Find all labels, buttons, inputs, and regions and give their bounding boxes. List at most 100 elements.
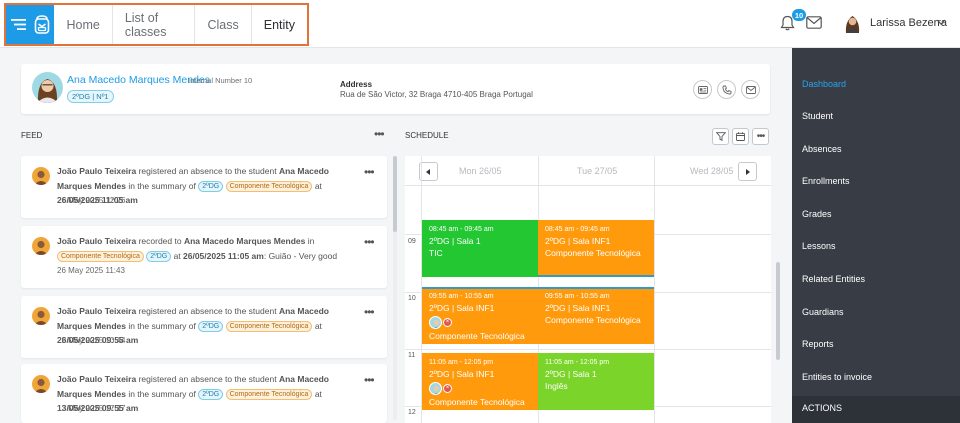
author-avatar — [32, 307, 50, 325]
schedule-days-header: Mon 26/05 Tue 27/05 Wed 28/05 — [405, 156, 771, 186]
event-room: 2ºDG | Sala 1 — [429, 236, 481, 246]
author-avatar — [32, 167, 50, 185]
feed-item-more-button[interactable]: ••• — [364, 306, 375, 318]
schedule-event[interactable]: 09:55 am - 10:55 am 2ºDG | Sala INF1 Com… — [538, 287, 654, 344]
event-room: 2ºDG | Sala 1 — [545, 369, 597, 379]
nav-class[interactable]: Class — [195, 5, 252, 44]
student-mini-avatar[interactable] — [429, 382, 442, 395]
filter-icon — [715, 132, 726, 141]
sidebar-item-dashboard[interactable]: Dashboard — [802, 79, 846, 89]
nav-list-of-classes[interactable]: List of classes — [112, 5, 196, 44]
school-bag-icon — [34, 15, 50, 34]
feed-student[interactable]: Ana Macedo Marques Mendes — [184, 236, 305, 246]
sidebar-actions-header[interactable]: ACTIONS — [792, 396, 960, 423]
event-subject: Inglês — [545, 381, 568, 391]
feed-author[interactable]: João Paulo Teixeira — [57, 166, 136, 176]
subject-tag: Componente Tecnológica — [225, 388, 313, 400]
sidebar-item-absences[interactable]: Absences — [802, 144, 842, 154]
app-menu-button[interactable] — [6, 5, 55, 44]
mail-icon[interactable] — [806, 16, 822, 29]
sidebar-item-reports[interactable]: Reports — [802, 339, 834, 349]
schedule-title: SCHEDULE — [405, 131, 449, 140]
event-subject: Componente Tecnológica — [545, 315, 641, 325]
feed-item: João Paulo Teixeira registered an absenc… — [21, 364, 387, 423]
absence-x-icon: × — [443, 318, 452, 327]
feed-item-date: 23 May 2025 10:44 — [57, 336, 126, 345]
feed-item: João Paulo Teixeira registered an absenc… — [21, 296, 387, 358]
feed-item: João Paulo Teixeira registered an absenc… — [21, 156, 387, 218]
menu-icon — [10, 19, 26, 30]
caret-left-icon — [426, 168, 430, 175]
id-card-button[interactable] — [693, 80, 712, 99]
feed-author[interactable]: João Paulo Teixeira — [57, 236, 136, 246]
subject-tag: Componente Tecnológica — [225, 320, 313, 332]
student-internal-number: Internal Number 10 — [188, 76, 253, 85]
hour-label: 11 — [408, 352, 416, 359]
feed-item-more-button[interactable]: ••• — [364, 166, 375, 178]
day-monday: Mon 26/05 — [459, 166, 502, 176]
feed-item-more-button[interactable]: ••• — [364, 236, 375, 248]
notification-badge: 10 — [792, 9, 806, 21]
event-current-marker — [538, 287, 654, 289]
nav-entity[interactable]: Entity — [251, 5, 307, 44]
sidebar-item-enrollments[interactable]: Enrollments — [802, 176, 850, 186]
event-subject: TIC — [429, 248, 443, 258]
id-card-icon — [697, 85, 708, 94]
sidebar-item-grades[interactable]: Grades — [802, 209, 832, 219]
event-current-marker — [538, 275, 654, 277]
class-tag: 2ºDG — [198, 320, 224, 332]
top-header: Home List of classes Class Entity 10 Lar… — [0, 0, 960, 48]
schedule-calendar: Mon 26/05 Tue 27/05 Wed 28/05 09 10 11 1… — [405, 156, 771, 423]
schedule-event[interactable]: 11:05 am - 12:05 pm 2ºDG | Sala 1 Inglês — [538, 353, 654, 410]
user-avatar[interactable] — [843, 13, 862, 33]
phone-button[interactable] — [717, 80, 736, 99]
student-class-tag: 2ºDG | Nº1 — [67, 90, 114, 103]
phone-icon — [722, 85, 731, 94]
sidebar-item-entities-to-invoice[interactable]: Entities to invoice — [802, 372, 872, 382]
day-tuesday: Tue 27/05 — [577, 166, 618, 176]
sidebar-item-guardians[interactable]: Guardians — [802, 307, 844, 317]
schedule-scrollbar-thumb[interactable] — [776, 262, 780, 360]
event-subject: Componente Tecnológica — [429, 331, 525, 341]
event-subject: Componente Tecnológica — [429, 397, 525, 407]
feed-item-text: João Paulo Teixeira recorded to Ana Mace… — [57, 236, 338, 262]
nav-home[interactable]: Home — [54, 5, 113, 44]
author-avatar — [32, 237, 50, 255]
schedule-calendar-button[interactable] — [732, 128, 749, 145]
hour-label: 09 — [408, 238, 416, 245]
schedule-event[interactable]: 11:05 am - 12:05 pm 2ºDG | Sala INF1 × C… — [422, 353, 538, 410]
subject-tag: Componente Tecnológica — [57, 250, 144, 262]
student-mini-avatar[interactable] — [429, 316, 442, 329]
feed-more-button[interactable]: ••• — [374, 128, 385, 140]
feed-scrollbar-thumb[interactable] — [393, 156, 397, 232]
event-time: 09:55 am - 10:55 am — [429, 293, 494, 300]
feed-author[interactable]: João Paulo Teixeira — [57, 306, 136, 316]
chevron-down-icon[interactable] — [936, 19, 946, 25]
event-time: 08:45 am - 09:45 am — [429, 226, 494, 233]
address-label: Address — [340, 80, 373, 89]
schedule-event[interactable]: 08:45 am - 09:45 am 2ºDG | Sala 1 TIC — [422, 220, 538, 277]
event-room: 2ºDG | Sala INF1 — [429, 303, 495, 313]
sidebar-item-lessons[interactable]: Lessons — [802, 241, 836, 251]
schedule-more-button[interactable]: ••• — [752, 128, 769, 145]
feed-item-more-button[interactable]: ••• — [364, 374, 375, 386]
schedule-event[interactable]: 08:45 am - 09:45 am 2ºDG | Sala INF1 Com… — [538, 220, 654, 277]
main-navigation: Home List of classes Class Entity — [4, 3, 309, 46]
event-attendance: × — [429, 316, 531, 329]
schedule-event[interactable]: 09:55 am - 10:55 am 2ºDG | Sala INF1 × C… — [422, 287, 538, 344]
next-week-button[interactable] — [738, 162, 757, 181]
hour-label: 12 — [408, 409, 416, 416]
email-button[interactable] — [741, 80, 760, 99]
schedule-filter-button[interactable] — [712, 128, 729, 145]
feed-item-date: 26 May 2025 11:43 — [57, 266, 125, 275]
feed-author[interactable]: João Paulo Teixeira — [57, 374, 136, 384]
event-current-marker — [422, 287, 538, 289]
subject-tag: Componente Tecnológica — [225, 180, 313, 192]
sidebar-item-student[interactable]: Student — [802, 111, 833, 121]
right-sidebar: Dashboard Student Absences Enrollments G… — [792, 48, 960, 423]
event-room: 2ºDG | Sala INF1 — [545, 303, 611, 313]
sidebar-item-related-entities[interactable]: Related Entities — [802, 274, 865, 284]
event-attendance: × — [429, 382, 531, 395]
class-tag: 2ºDG — [198, 180, 224, 192]
grid-line — [405, 349, 771, 350]
